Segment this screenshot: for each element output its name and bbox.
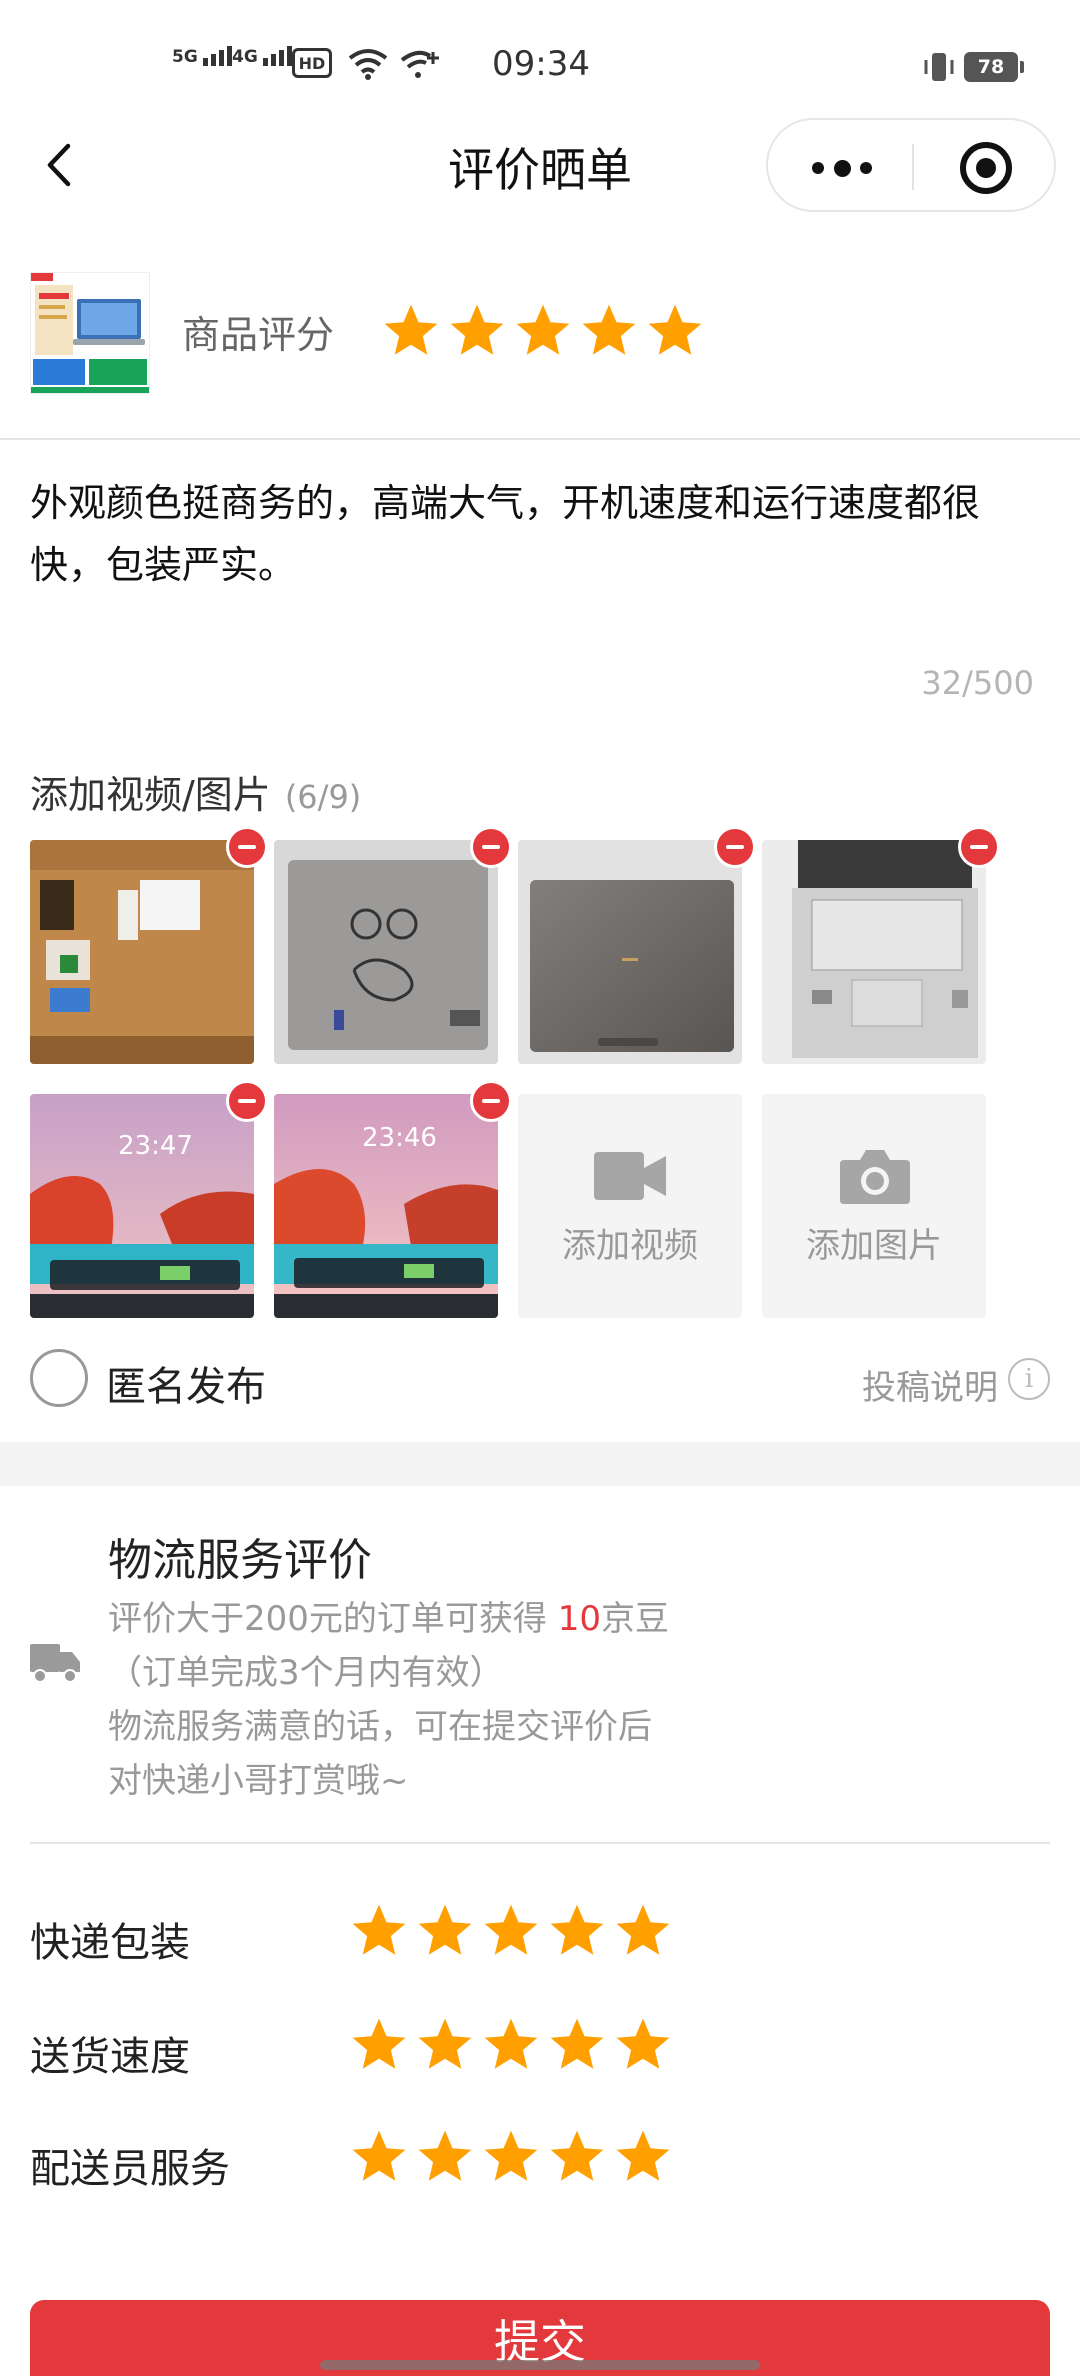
- star-icon[interactable]: [414, 1900, 476, 1962]
- add-photo-button[interactable]: 添加图片: [762, 1094, 986, 1318]
- char-count: 32/500: [921, 664, 1034, 702]
- status-time: 09:34: [492, 44, 590, 84]
- battery-icon: 78: [964, 52, 1024, 82]
- anonymous-row: 匿名发布 投稿说明 i: [30, 1346, 1050, 1412]
- remove-icon[interactable]: [226, 826, 268, 868]
- media-photo[interactable]: 23:46: [274, 1080, 512, 1318]
- media-photo[interactable]: [274, 826, 512, 1064]
- star-icon[interactable]: [546, 2126, 608, 2188]
- media-title-label: 添加视频/图片: [30, 773, 271, 817]
- photo-time-text: 23:46: [362, 1123, 437, 1153]
- hd-icon: HD: [292, 48, 332, 78]
- wifi-plus-icon: [400, 50, 439, 78]
- status-bar: 5G 4G HD 09:34 78: [0, 0, 1080, 120]
- media-section-title: 添加视频/图片 (6/9): [30, 764, 361, 819]
- photo-time-text: 23:47: [118, 1131, 193, 1161]
- remove-icon[interactable]: [470, 1080, 512, 1122]
- product-thumbnail: [30, 272, 150, 394]
- product-rating-stars[interactable]: [380, 300, 710, 362]
- video-camera-icon: [594, 1152, 666, 1200]
- logistics-desc-line2: （订单完成3个月内有效）: [108, 1653, 504, 1693]
- wifi-icon: [348, 49, 388, 80]
- star-icon[interactable]: [612, 2014, 674, 2076]
- rating-label: 配送员服务: [30, 2146, 230, 2192]
- rating-label: 送货速度: [30, 2034, 190, 2080]
- bean-count: 10: [557, 1599, 601, 1639]
- courier-rating-stars[interactable]: [348, 2126, 678, 2188]
- logistics-title: 物流服务评价: [108, 1535, 372, 1586]
- star-icon[interactable]: [380, 300, 442, 362]
- truck-icon: [30, 1644, 80, 1683]
- capsule-divider: [912, 144, 914, 190]
- rating-row-packaging: 快递包装: [30, 1900, 1050, 1970]
- star-icon[interactable]: [414, 2126, 476, 2188]
- camera-icon: [840, 1150, 910, 1204]
- vibrate-icon: [924, 53, 954, 81]
- media-photo[interactable]: [30, 826, 268, 1064]
- review-textarea[interactable]: 外观颜色挺商务的，高端大气，开机速度和运行速度都很快，包装严实。: [30, 472, 1050, 596]
- star-icon[interactable]: [612, 1900, 674, 1962]
- star-icon[interactable]: [348, 2126, 410, 2188]
- home-indicator: [320, 2360, 760, 2370]
- remove-icon[interactable]: [470, 826, 512, 868]
- product-rating-label: 商品评分: [182, 313, 335, 357]
- star-icon[interactable]: [480, 2014, 542, 2076]
- rating-row-courier: 配送员服务: [30, 2126, 1050, 2196]
- star-icon[interactable]: [578, 300, 640, 362]
- more-icon[interactable]: [812, 158, 872, 178]
- rating-row-speed: 送货速度: [30, 2014, 1050, 2084]
- desc-suffix: 京豆: [600, 1599, 669, 1639]
- star-icon[interactable]: [480, 1900, 542, 1962]
- add-video-label: 添加视频: [562, 1226, 698, 1266]
- product-rating-row: 商品评分: [0, 272, 1080, 398]
- mini-program-capsule: [766, 118, 1056, 212]
- rating-label: 快递包装: [30, 1920, 190, 1966]
- add-photo-label: 添加图片: [806, 1226, 942, 1266]
- star-icon[interactable]: [414, 2014, 476, 2076]
- media-photo[interactable]: 23:47: [30, 1080, 268, 1318]
- star-icon[interactable]: [446, 300, 508, 362]
- logistics-desc-line3: 物流服务满意的话，可在提交评价后: [108, 1707, 652, 1747]
- star-icon[interactable]: [348, 1900, 410, 1962]
- signal-4g-icon: 4G: [232, 46, 292, 66]
- logistics-description: 评价大于200元的订单可获得 10京豆 （订单完成3个月内有效） 物流服务满意的…: [108, 1592, 669, 1808]
- logistics-desc-line4: 对快递小哥打赏哦~: [108, 1761, 409, 1801]
- star-icon[interactable]: [644, 300, 706, 362]
- media-count: (6/9): [284, 778, 362, 816]
- star-icon[interactable]: [546, 2014, 608, 2076]
- anonymous-label[interactable]: 匿名发布: [106, 1354, 266, 1412]
- nav-bar: 评价晒单: [0, 118, 1080, 216]
- sim2-label: 4G: [232, 47, 258, 67]
- divider: [30, 1842, 1050, 1844]
- star-icon[interactable]: [546, 1900, 608, 1962]
- star-icon[interactable]: [512, 300, 574, 362]
- signal-5g-icon: 5G: [172, 46, 232, 66]
- info-icon[interactable]: i: [1008, 1358, 1050, 1400]
- media-photo[interactable]: [518, 826, 756, 1064]
- logistics-desc-line1: 评价大于200元的订单可获得 10京豆: [108, 1592, 669, 1646]
- remove-icon[interactable]: [958, 826, 1000, 868]
- star-icon[interactable]: [480, 2126, 542, 2188]
- section-gap: [0, 1442, 1080, 1486]
- sim1-label: 5G: [172, 47, 198, 67]
- target-icon[interactable]: [960, 142, 1012, 194]
- remove-icon[interactable]: [226, 1080, 268, 1122]
- star-icon[interactable]: [612, 2126, 674, 2188]
- battery-level: 78: [977, 56, 1005, 78]
- media-photo[interactable]: [762, 826, 1000, 1064]
- packaging-rating-stars[interactable]: [348, 1900, 678, 1962]
- star-icon[interactable]: [348, 2014, 410, 2076]
- divider: [0, 438, 1080, 440]
- remove-icon[interactable]: [714, 826, 756, 868]
- desc-prefix: 评价大于200元的订单可获得: [108, 1599, 558, 1639]
- speed-rating-stars[interactable]: [348, 2014, 678, 2076]
- hd-label: HD: [298, 53, 326, 73]
- anonymous-checkbox[interactable]: [30, 1349, 88, 1407]
- add-video-button[interactable]: 添加视频: [518, 1094, 742, 1318]
- posting-guide-link[interactable]: 投稿说明: [862, 1360, 998, 1409]
